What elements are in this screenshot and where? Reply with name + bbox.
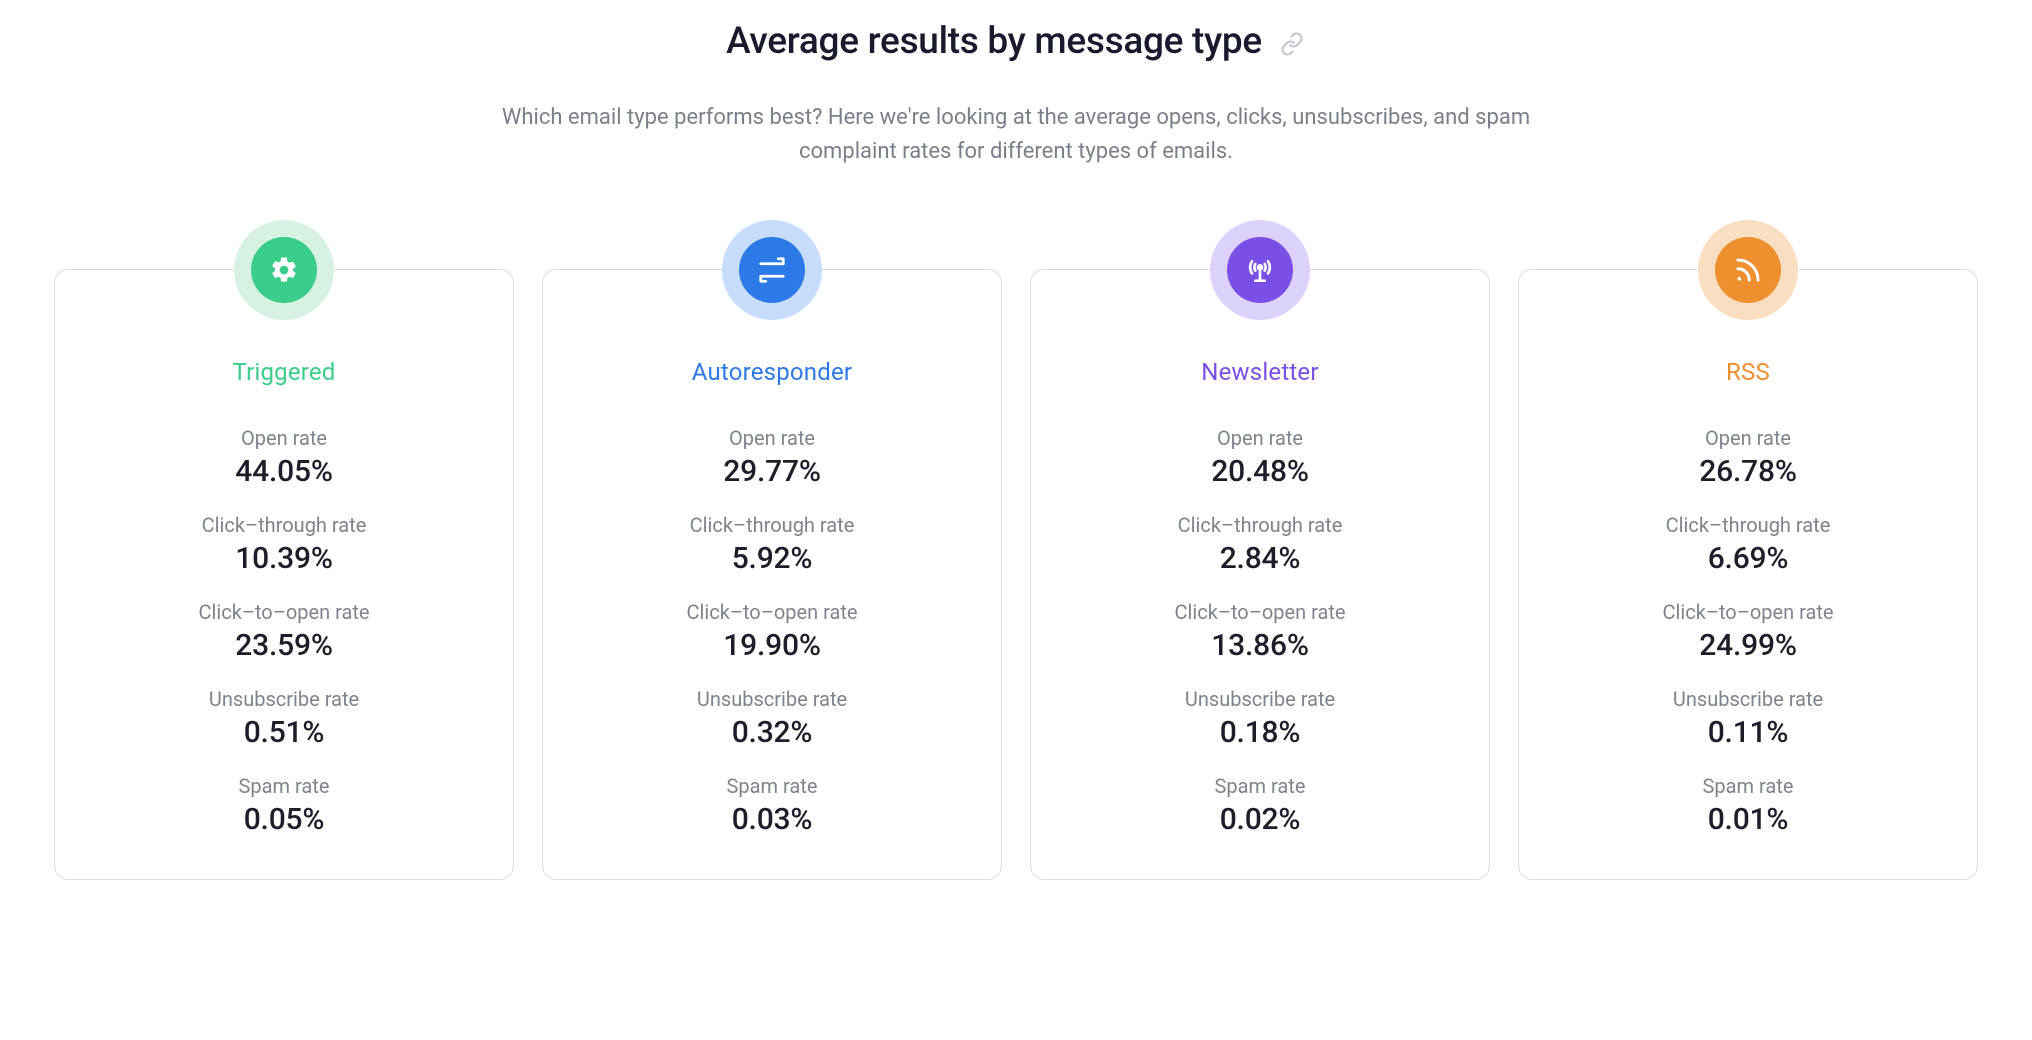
metric-unsub: Unsubscribe rate 0.51%: [83, 687, 485, 750]
cards-container: Triggered Open rate 44.05% Click–through…: [40, 269, 1992, 880]
card-title: Autoresponder: [571, 358, 973, 386]
metric-label: Open rate: [83, 426, 485, 450]
metric-unsub: Unsubscribe rate 0.32%: [571, 687, 973, 750]
metric-value: 0.02%: [1059, 802, 1461, 837]
card-newsletter: Newsletter Open rate 20.48% Click–throug…: [1030, 269, 1490, 880]
gear-icon: [251, 237, 317, 303]
broadcast-icon: [1227, 237, 1293, 303]
header: Average results by message type Which em…: [40, 20, 1992, 169]
metric-ctor: Click–to–open rate 19.90%: [571, 600, 973, 663]
metric-label: Open rate: [1547, 426, 1949, 450]
metric-value: 23.59%: [83, 628, 485, 663]
title-row: Average results by message type: [40, 20, 1992, 63]
metric-value: 0.51%: [83, 715, 485, 750]
metric-value: 20.48%: [1059, 454, 1461, 489]
metric-open: Open rate 44.05%: [83, 426, 485, 489]
card-autoresponder: Autoresponder Open rate 29.77% Click–thr…: [542, 269, 1002, 880]
metric-value: 0.32%: [571, 715, 973, 750]
metric-ctr: Click–through rate 6.69%: [1547, 513, 1949, 576]
metric-label: Click–to–open rate: [1059, 600, 1461, 624]
repeat-icon: [739, 237, 805, 303]
metric-label: Click–through rate: [1547, 513, 1949, 537]
metric-ctr: Click–through rate 5.92%: [571, 513, 973, 576]
metric-spam: Spam rate 0.05%: [83, 774, 485, 837]
card-title: RSS: [1547, 358, 1949, 386]
metric-open: Open rate 29.77%: [571, 426, 973, 489]
page-title: Average results by message type: [726, 20, 1262, 63]
metric-label: Click–through rate: [571, 513, 973, 537]
metric-label: Click–to–open rate: [83, 600, 485, 624]
metric-label: Unsubscribe rate: [1547, 687, 1949, 711]
metric-label: Unsubscribe rate: [571, 687, 973, 711]
metric-label: Click–through rate: [83, 513, 485, 537]
metric-value: 44.05%: [83, 454, 485, 489]
metric-ctor: Click–to–open rate 24.99%: [1547, 600, 1949, 663]
metric-label: Unsubscribe rate: [83, 687, 485, 711]
metric-value: 0.03%: [571, 802, 973, 837]
metric-value: 0.11%: [1547, 715, 1949, 750]
metric-unsub: Unsubscribe rate 0.11%: [1547, 687, 1949, 750]
metric-value: 0.18%: [1059, 715, 1461, 750]
icon-halo: [1698, 220, 1798, 320]
metric-ctr: Click–through rate 10.39%: [83, 513, 485, 576]
icon-halo: [1210, 220, 1310, 320]
metric-label: Spam rate: [83, 774, 485, 798]
metric-label: Open rate: [1059, 426, 1461, 450]
metric-label: Unsubscribe rate: [1059, 687, 1461, 711]
metric-label: Click–to–open rate: [571, 600, 973, 624]
card-rss: RSS Open rate 26.78% Click–through rate …: [1518, 269, 1978, 880]
metric-value: 5.92%: [571, 541, 973, 576]
metric-value: 2.84%: [1059, 541, 1461, 576]
metric-label: Click–to–open rate: [1547, 600, 1949, 624]
metric-value: 19.90%: [571, 628, 973, 663]
metric-value: 0.05%: [83, 802, 485, 837]
metric-spam: Spam rate 0.02%: [1059, 774, 1461, 837]
card-title: Newsletter: [1059, 358, 1461, 386]
card-triggered: Triggered Open rate 44.05% Click–through…: [54, 269, 514, 880]
icon-halo: [722, 220, 822, 320]
metric-spam: Spam rate 0.03%: [571, 774, 973, 837]
metric-value: 26.78%: [1547, 454, 1949, 489]
metric-value: 13.86%: [1059, 628, 1461, 663]
metric-label: Spam rate: [1547, 774, 1949, 798]
metric-open: Open rate 20.48%: [1059, 426, 1461, 489]
metric-unsub: Unsubscribe rate 0.18%: [1059, 687, 1461, 750]
metric-ctor: Click–to–open rate 13.86%: [1059, 600, 1461, 663]
icon-halo: [234, 220, 334, 320]
card-title: Triggered: [83, 358, 485, 386]
metric-value: 0.01%: [1547, 802, 1949, 837]
link-icon[interactable]: [1278, 30, 1306, 58]
metric-label: Spam rate: [571, 774, 973, 798]
page-subtitle: Which email type performs best? Here we'…: [496, 101, 1536, 169]
metric-label: Click–through rate: [1059, 513, 1461, 537]
metric-value: 29.77%: [571, 454, 973, 489]
metric-ctor: Click–to–open rate 23.59%: [83, 600, 485, 663]
metric-value: 24.99%: [1547, 628, 1949, 663]
metric-value: 6.69%: [1547, 541, 1949, 576]
metric-ctr: Click–through rate 2.84%: [1059, 513, 1461, 576]
metric-spam: Spam rate 0.01%: [1547, 774, 1949, 837]
metric-label: Open rate: [571, 426, 973, 450]
metric-label: Spam rate: [1059, 774, 1461, 798]
rss-icon: [1715, 237, 1781, 303]
metric-value: 10.39%: [83, 541, 485, 576]
metric-open: Open rate 26.78%: [1547, 426, 1949, 489]
